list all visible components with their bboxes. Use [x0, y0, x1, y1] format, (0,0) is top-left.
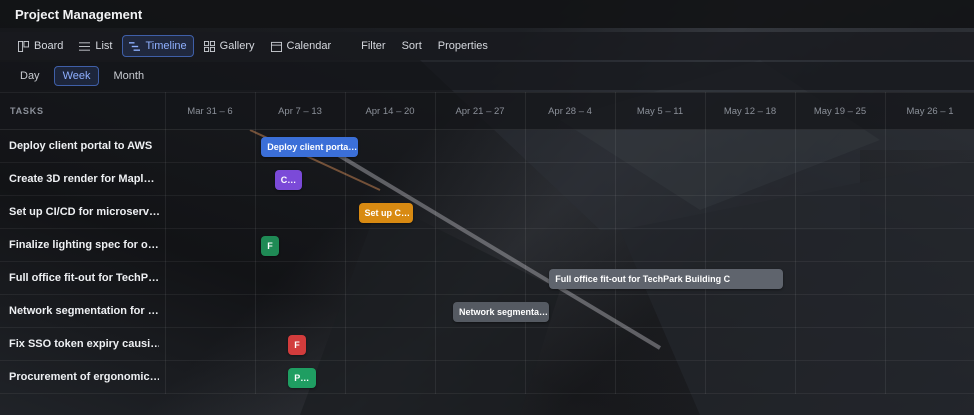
zoom-day-button[interactable]: Day: [12, 66, 48, 86]
task-row[interactable]: Full office fit-out for TechP… Full offic…: [0, 262, 974, 295]
task-row[interactable]: Create 3D render for Mapl… C…: [0, 163, 974, 196]
task-name[interactable]: Network segmentation for …: [9, 305, 159, 317]
task-row[interactable]: Deploy client portal to AWS Deploy client…: [0, 130, 974, 163]
board-icon: [18, 40, 29, 52]
task-name[interactable]: Set up CI/CD for microserv…: [9, 206, 159, 218]
task-name[interactable]: Fix SSO token expiry causi…: [9, 338, 159, 350]
week-header: Mar 31 – 6: [187, 106, 233, 117]
task-row[interactable]: Procurement of ergonomic… P…: [0, 361, 974, 394]
filter-button[interactable]: Filter: [355, 35, 391, 57]
task-name[interactable]: Full office fit-out for TechP…: [9, 272, 159, 284]
task-bar[interactable]: F: [261, 236, 280, 256]
task-bar[interactable]: F: [288, 335, 307, 355]
task-row[interactable]: Network segmentation for … Network segmen…: [0, 295, 974, 328]
view-gallery-label: Gallery: [219, 40, 255, 52]
view-board-button[interactable]: Board: [12, 35, 69, 57]
app-title: Project Management: [15, 7, 143, 22]
week-header: Apr 21 – 27: [455, 106, 505, 117]
gallery-icon: [203, 40, 215, 52]
view-timeline-button[interactable]: Timeline: [122, 35, 194, 57]
task-name[interactable]: Finalize lighting spec for o…: [9, 239, 159, 251]
task-bar[interactable]: Set up C…: [358, 203, 413, 223]
task-bar[interactable]: Network segmenta…: [453, 302, 550, 322]
task-bar[interactable]: Deploy client porta…: [261, 137, 358, 157]
week-header: May 19 – 25: [813, 106, 867, 117]
task-bar[interactable]: C…: [274, 170, 302, 190]
list-icon: [79, 41, 91, 51]
title-bar: Project Management: [0, 0, 974, 28]
task-name[interactable]: Create 3D render for Mapl…: [9, 173, 159, 185]
view-list-button[interactable]: List: [73, 35, 118, 57]
tasks-column-header: TASKS: [10, 106, 44, 116]
sort-button[interactable]: Sort: [396, 35, 428, 57]
task-row[interactable]: Finalize lighting spec for o… F: [0, 229, 974, 262]
task-row[interactable]: Fix SSO token expiry causi… F: [0, 328, 974, 361]
task-bar[interactable]: Full office fit-out for TechPark Buildin…: [549, 269, 784, 289]
week-header: Apr 7 – 13: [278, 106, 322, 117]
task-bar[interactable]: P…: [288, 368, 317, 388]
week-header: Apr 28 – 4: [548, 106, 592, 117]
view-list-label: List: [95, 40, 113, 52]
properties-button[interactable]: Properties: [432, 35, 494, 57]
task-name[interactable]: Procurement of ergonomic…: [9, 371, 159, 383]
zoom-month-button[interactable]: Month: [105, 66, 152, 86]
view-board-label: Board: [34, 40, 64, 52]
timeline-grid: Deploy client portal to AWS Deploy client…: [0, 130, 974, 394]
week-header: May 26 – 1: [906, 106, 954, 117]
view-gallery-button[interactable]: Gallery: [198, 35, 261, 57]
week-header: May 12 – 18: [723, 106, 777, 117]
view-calendar-button[interactable]: Calendar: [265, 35, 338, 57]
zoom-toolbar: Day Week Month: [0, 62, 974, 90]
week-header: May 5 – 11: [636, 106, 684, 117]
task-row[interactable]: Set up CI/CD for microserv… Set up C…: [0, 196, 974, 229]
calendar-icon: [270, 41, 282, 52]
task-name[interactable]: Deploy client portal to AWS: [9, 140, 159, 152]
timeline-icon: [129, 41, 141, 51]
zoom-week-button[interactable]: Week: [53, 66, 100, 86]
week-header: Apr 14 – 20: [365, 106, 415, 117]
view-toolbar: Board List Timeline Gallery Calendar Fil…: [0, 32, 974, 60]
view-timeline-label: Timeline: [145, 40, 187, 52]
timeline-header: TASKS Mar 31 – 6 Apr 7 – 13 Apr 14 – 20 Apr…: [0, 92, 974, 130]
view-calendar-label: Calendar: [286, 40, 332, 52]
